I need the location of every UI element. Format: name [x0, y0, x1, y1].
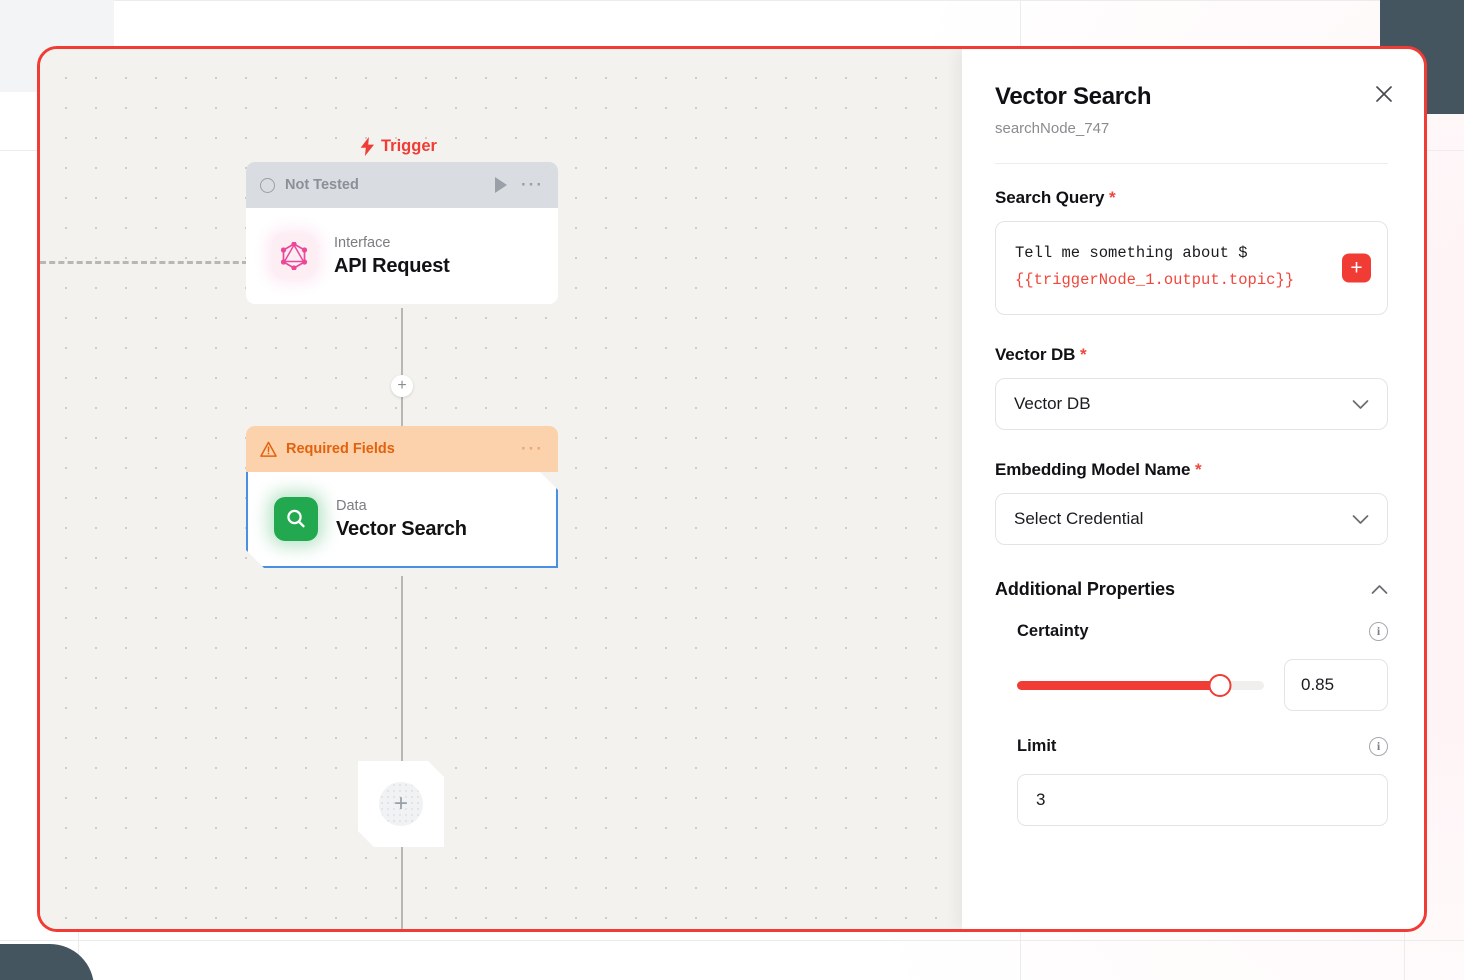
- limit-label-row: Limit i: [1017, 737, 1388, 756]
- required-marker: *: [1108, 188, 1116, 207]
- node-config-panel[interactable]: Vector Search searchNode_747 Search Quer…: [962, 49, 1424, 929]
- search-query-static-text: Tell me something about $: [1015, 244, 1248, 262]
- chevron-down-icon: [1352, 399, 1369, 409]
- play-icon[interactable]: [495, 177, 508, 193]
- trigger-label: Trigger: [360, 137, 437, 156]
- info-icon[interactable]: i: [1369, 737, 1388, 756]
- panel-divider: [995, 163, 1388, 164]
- additional-properties-title: Additional Properties: [995, 579, 1175, 599]
- trigger-label-text: Trigger: [381, 137, 437, 155]
- magnifier-search-icon: [274, 497, 318, 541]
- node-header-required-fields: Required Fields ···: [246, 426, 558, 472]
- page-root: Trigger Not Tested ··· Interface API Req…: [0, 0, 1464, 980]
- graphql-hexagon-icon: [272, 234, 316, 278]
- input-connector-dashed: [40, 261, 248, 264]
- panel-node-id: searchNode_747: [995, 120, 1110, 137]
- slider-fill: [1017, 680, 1220, 690]
- node-title-label: API Request: [334, 254, 450, 277]
- certainty-slider[interactable]: [1017, 672, 1264, 698]
- vector-db-label: Vector DB *: [995, 345, 1388, 365]
- required-marker: *: [1195, 460, 1202, 479]
- node-category-label: Interface: [334, 234, 391, 251]
- search-query-input[interactable]: Tell me something about $ {{triggerNode_…: [995, 221, 1388, 315]
- certainty-field: Certainty i 0.85: [995, 622, 1388, 711]
- additional-properties-header[interactable]: Additional Properties: [995, 579, 1388, 600]
- close-icon[interactable]: [1372, 82, 1396, 106]
- limit-field: Limit i 3: [995, 737, 1388, 826]
- more-horizontal-icon[interactable]: ···: [521, 440, 544, 457]
- plus-icon: +: [1350, 256, 1363, 280]
- certainty-slider-row: 0.85: [1017, 659, 1388, 711]
- vector-db-label-text: Vector DB: [995, 345, 1076, 364]
- more-horizontal-icon[interactable]: ···: [521, 176, 544, 193]
- certainty-value: 0.85: [1301, 675, 1335, 694]
- limit-value: 3: [1036, 790, 1046, 809]
- app-frame: Trigger Not Tested ··· Interface API Req…: [37, 46, 1427, 932]
- node-status-label: Required Fields: [286, 441, 395, 457]
- embedding-model-label-text: Embedding Model Name: [995, 460, 1191, 479]
- node-category-label: Data: [336, 497, 367, 514]
- limit-input[interactable]: 3: [1017, 774, 1388, 826]
- search-query-label: Search Query *: [995, 188, 1388, 208]
- vector-db-select[interactable]: Vector DB: [995, 378, 1388, 430]
- embedding-model-selected-value: Select Credential: [1014, 509, 1144, 528]
- empty-circle-icon: [260, 177, 275, 193]
- limit-label: Limit: [1017, 737, 1057, 755]
- embedding-model-select[interactable]: Select Credential: [995, 493, 1388, 545]
- node-api-request[interactable]: Not Tested ··· Interface API Request: [246, 162, 558, 304]
- required-marker: *: [1079, 345, 1087, 364]
- plus-icon: +: [379, 782, 423, 826]
- node-vector-search[interactable]: Required Fields ··· Data Vector Search: [246, 426, 558, 568]
- embedding-model-label: Embedding Model Name *: [995, 460, 1388, 480]
- add-node-button[interactable]: +: [358, 761, 444, 847]
- info-icon[interactable]: i: [1369, 622, 1388, 641]
- add-step-between-button[interactable]: +: [391, 375, 413, 397]
- certainty-value-input[interactable]: 0.85: [1284, 659, 1388, 711]
- warning-triangle-icon: [260, 441, 277, 458]
- certainty-label-row: Certainty i: [1017, 622, 1388, 641]
- search-query-label-text: Search Query: [995, 188, 1105, 207]
- slider-thumb[interactable]: [1208, 673, 1232, 697]
- node-body-api-request[interactable]: Interface API Request: [246, 208, 558, 304]
- search-query-variable-token[interactable]: {{triggerNode_1.output.topic}}: [1015, 271, 1294, 289]
- connector-node2-add: [401, 576, 403, 929]
- decorative-shape-bottom-left: [0, 944, 94, 980]
- add-variable-button[interactable]: +: [1342, 253, 1371, 283]
- chevron-up-icon[interactable]: [1371, 584, 1388, 595]
- node-header-not-tested: Not Tested ···: [246, 162, 558, 208]
- lightning-bolt-icon: [360, 137, 375, 156]
- workflow-canvas[interactable]: Trigger Not Tested ··· Interface API Req…: [40, 49, 962, 929]
- panel-title: Vector Search: [995, 83, 1152, 110]
- certainty-label: Certainty: [1017, 622, 1089, 640]
- node-title-label: Vector Search: [336, 517, 467, 540]
- node-body-vector-search[interactable]: Data Vector Search: [246, 472, 558, 568]
- chevron-down-icon: [1352, 514, 1369, 524]
- vector-db-selected-value: Vector DB: [1014, 394, 1091, 413]
- node-status-label: Not Tested: [285, 177, 359, 193]
